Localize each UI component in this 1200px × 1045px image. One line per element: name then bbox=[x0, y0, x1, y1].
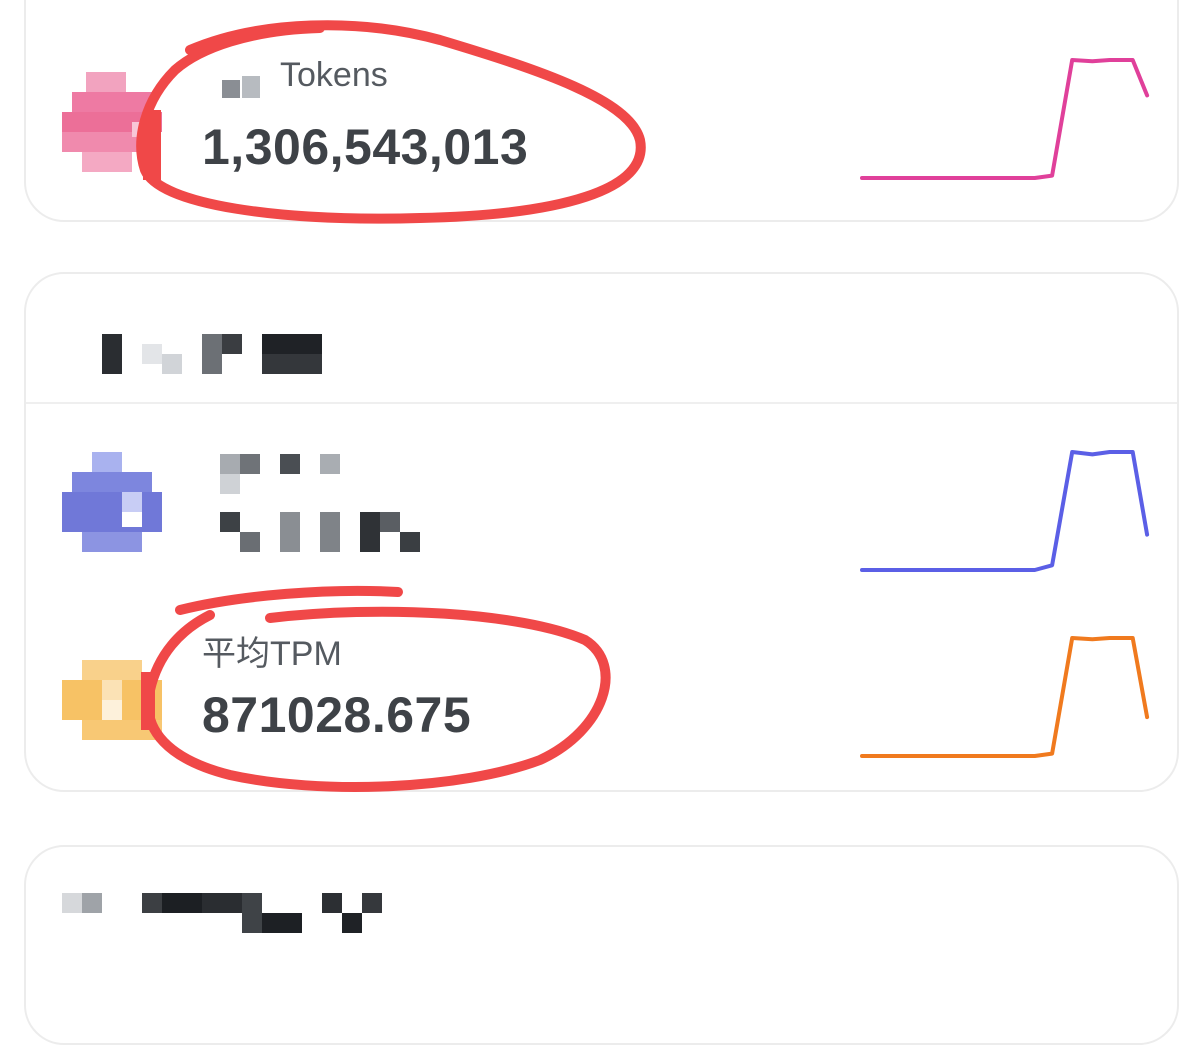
obscured-metric-label bbox=[220, 454, 360, 494]
obscured-label-prefix bbox=[222, 72, 282, 100]
bottom-card bbox=[24, 845, 1179, 1045]
metrics-group-card: 平均TPM 871028.675 bbox=[24, 272, 1179, 792]
tokens-value: 1,306,543,013 bbox=[202, 119, 529, 175]
tpm-label: 平均TPM bbox=[202, 635, 342, 673]
tokens-card: Tokens 1,306,543,013 bbox=[24, 0, 1179, 222]
requests-icon bbox=[62, 452, 162, 552]
token-icon bbox=[62, 72, 162, 172]
obscured-metric-value bbox=[220, 512, 450, 554]
tokens-sparkline bbox=[860, 58, 1150, 180]
requests-sparkline bbox=[860, 450, 1150, 572]
tpm-sparkline bbox=[860, 636, 1150, 758]
tokens-label: Tokens bbox=[280, 56, 388, 94]
obscured-section-title bbox=[62, 334, 362, 374]
obscured-bottom-title bbox=[62, 893, 422, 933]
section-divider bbox=[26, 402, 1177, 404]
tpm-icon bbox=[62, 660, 162, 750]
tpm-value: 871028.675 bbox=[202, 687, 472, 743]
